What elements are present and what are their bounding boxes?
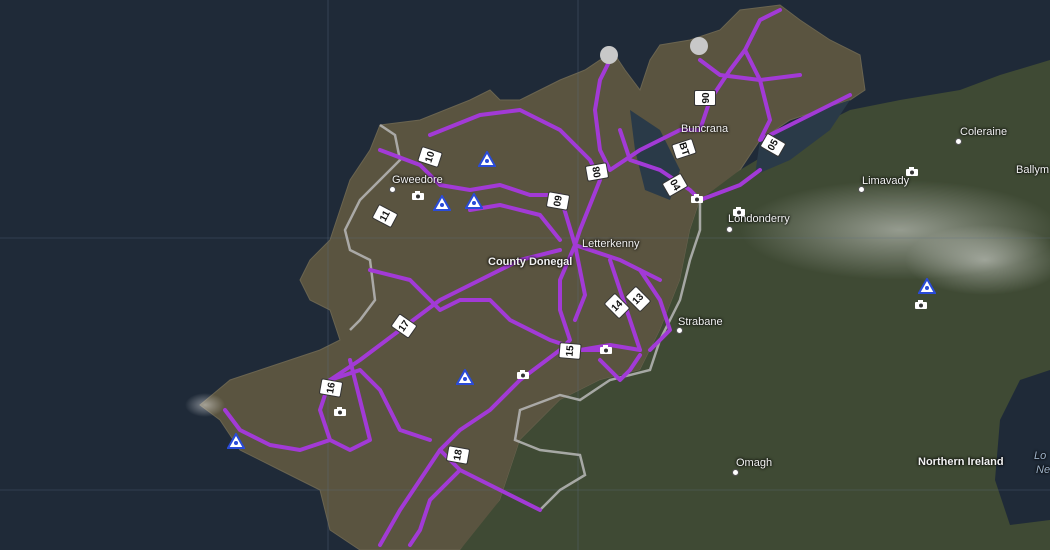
- place-label-limavady: Limavady: [862, 175, 910, 187]
- camera-icon[interactable]: [905, 166, 919, 177]
- place-dot-omagh: [732, 469, 739, 476]
- place-dot-limavady: [858, 186, 865, 193]
- place-label-buncrana: Buncrana: [681, 123, 729, 135]
- place-label-northern-ireland: Northern Ireland: [918, 456, 1004, 468]
- place-label-omagh: Omagh: [736, 457, 773, 469]
- place-label-strabane: Strabane: [678, 316, 723, 328]
- camera-icon[interactable]: [732, 206, 746, 217]
- camera-icon[interactable]: [411, 190, 425, 201]
- place-label-county-donegal: County Donegal: [488, 256, 573, 268]
- camera-icon[interactable]: [690, 193, 704, 204]
- place-dot-gweedore: [389, 186, 396, 193]
- place-label-lough-2: Ne: [1036, 464, 1050, 476]
- place-label-ballymoney: Ballym: [1016, 164, 1050, 176]
- cloud-cover: [185, 393, 225, 417]
- cluster-marker[interactable]: [600, 46, 618, 64]
- camera-icon[interactable]: [333, 406, 347, 417]
- camera-icon[interactable]: [516, 369, 530, 380]
- place-label-letterkenny: Letterkenny: [582, 238, 640, 250]
- place-dot-strabane: [676, 327, 683, 334]
- place-dot-coleraine: [955, 138, 962, 145]
- camera-icon[interactable]: [599, 344, 613, 355]
- route-shield-06[interactable]: 06: [694, 90, 716, 106]
- place-dot-londonderry: [726, 226, 733, 233]
- triangle-warning-icon[interactable]: [456, 369, 474, 385]
- triangle-warning-icon[interactable]: [918, 278, 936, 294]
- place-label-gweedore: Gweedore: [392, 174, 443, 186]
- camera-icon[interactable]: [914, 299, 928, 310]
- triangle-warning-icon[interactable]: [227, 433, 245, 449]
- route-shield-15[interactable]: 15: [558, 342, 582, 360]
- triangle-warning-icon[interactable]: [433, 195, 451, 211]
- place-label-coleraine: Coleraine: [960, 126, 1008, 138]
- triangle-warning-icon[interactable]: [478, 151, 496, 167]
- cluster-marker[interactable]: [690, 37, 708, 55]
- triangle-warning-icon[interactable]: [465, 193, 483, 209]
- map-canvas[interactable]: [0, 0, 1050, 550]
- place-label-lough: Lo: [1034, 450, 1047, 462]
- map-view[interactable]: Gweedore Buncrana Coleraine Ballym Limav…: [0, 0, 1050, 550]
